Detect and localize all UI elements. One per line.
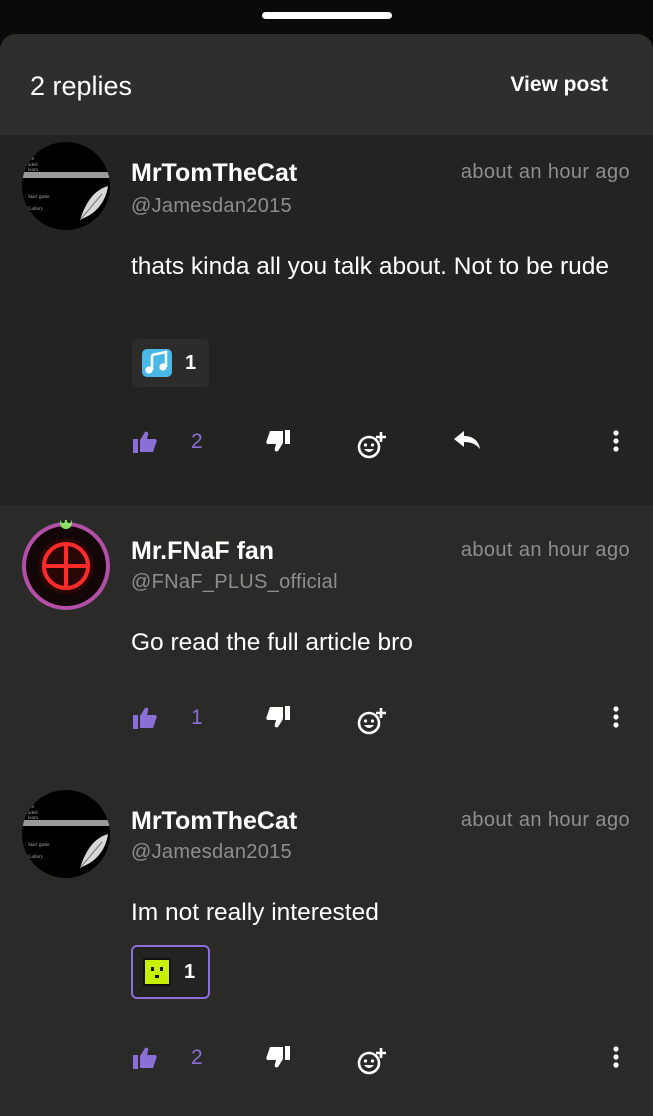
reply-text: Go read the full article bro [131,629,413,656]
author-handle[interactable]: @Jamesdan2015 [131,841,292,864]
add-reaction-button[interactable] [357,1046,387,1076]
like-button[interactable]: 2 [133,1046,203,1070]
dislike-button[interactable] [266,430,290,452]
author-handle[interactable]: @Jamesdan2015 [131,195,292,218]
replies-count: 2 replies [30,71,133,101]
reply-actions: 2 [0,430,653,470]
like-button[interactable]: 2 [133,430,203,454]
svg-text:ure: ure [28,157,35,162]
reaction-count: 1 [184,960,196,983]
thumbs-up-icon [133,707,157,729]
reply-text: thats kinda all you talk about. Not to b… [131,253,610,280]
add-reaction-button[interactable] [357,430,387,460]
more-options-button[interactable] [612,1046,620,1068]
reaction-chip[interactable]: 1 [131,945,211,999]
thumbs-down-icon [266,1046,290,1068]
dislike-button[interactable] [266,1046,290,1068]
svg-text:learn: learn [28,816,38,821]
reaction-count: 1 [185,351,197,374]
thumbs-down-icon [266,430,290,452]
timestamp: about an hour ago [460,809,630,831]
timestamp: about an hour ago [460,539,630,561]
add-reaction-button[interactable] [357,706,387,736]
avatar[interactable] [20,520,112,612]
svg-text:Start game: Start game [28,195,50,200]
svg-text:Gallery: Gallery [28,855,43,860]
game-menu-avatar-image: ure aded learn Start game Gallery [22,790,110,878]
author-name[interactable]: MrTomTheCat [131,159,297,188]
add-emoji-icon [357,708,386,735]
like-count: 2 [191,1046,203,1069]
green-face-emoji-icon [143,958,171,986]
reply-actions: 1 [0,706,653,746]
thumbs-down-icon [266,706,290,728]
more-vertical-icon [613,430,619,452]
reply-button[interactable] [453,430,481,450]
reply-item: ure aded learn Start game Gallery MrTomT… [0,135,653,505]
view-post-button[interactable]: View post [510,73,608,97]
reply-actions: 2 [0,1046,653,1086]
more-vertical-icon [613,706,619,728]
avatar[interactable]: ure aded learn Start game Gallery [22,790,110,878]
replies-sheet: 2 replies View post ure aded learn Start… [0,34,653,1116]
like-count: 2 [191,430,203,453]
svg-text:ure: ure [28,805,35,810]
svg-text:learn: learn [28,168,38,173]
reaction-chip[interactable]: 1 [132,339,210,387]
timestamp: about an hour ago [460,161,630,183]
svg-text:Gallery: Gallery [28,207,43,212]
music-notes-emoji-icon [142,349,172,377]
reply-item: Mr.FNaF fan @FNaF_PLUS_official about an… [0,505,653,775]
svg-text:Start game: Start game [28,843,50,848]
more-vertical-icon [613,1046,619,1068]
reply-item: ure aded learn Start game Gallery MrTomT… [0,775,653,1115]
more-options-button[interactable] [612,430,620,452]
reply-arrow-icon [454,431,480,449]
thumbs-up-icon [133,431,157,453]
sheet-drag-handle[interactable] [262,12,392,19]
more-options-button[interactable] [612,706,620,728]
author-name[interactable]: Mr.FNaF fan [131,537,274,566]
avatar[interactable]: ure aded learn Start game Gallery [22,142,110,230]
sheet-header: 2 replies View post [0,34,653,135]
like-count: 1 [191,706,203,729]
game-menu-avatar-image: ure aded learn Start game Gallery [22,142,110,230]
like-button[interactable]: 1 [133,706,203,730]
dislike-button[interactable] [266,706,290,728]
author-handle[interactable]: @FNaF_PLUS_official [131,571,338,594]
reply-text: Im not really interested [131,899,379,926]
add-emoji-icon [357,432,386,459]
thumbs-up-icon [133,1047,157,1069]
author-name[interactable]: MrTomTheCat [131,807,297,836]
add-emoji-icon [357,1048,386,1075]
red-crosshair-avatar-image [22,520,110,610]
